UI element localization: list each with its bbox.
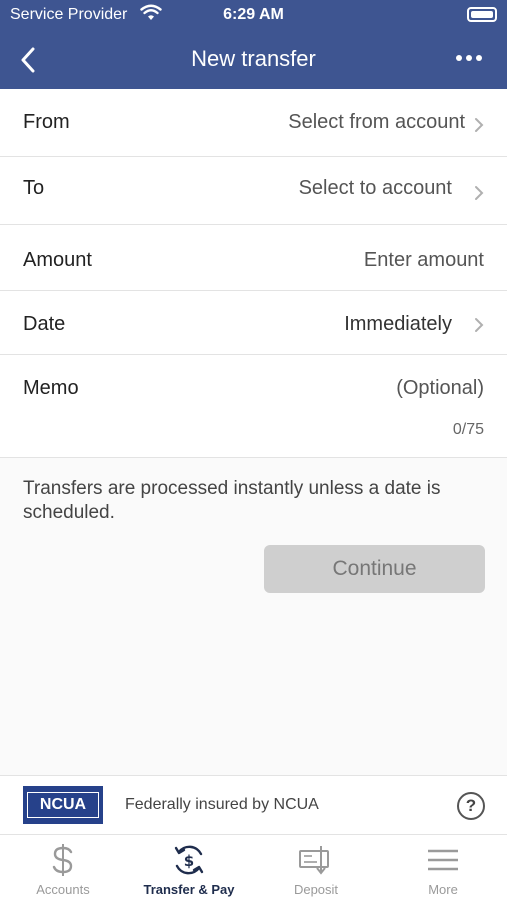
transfer-pay-icon: $	[126, 841, 252, 879]
navigation-bar: New transfer	[0, 30, 507, 89]
memo-label: Memo	[23, 377, 79, 399]
status-bar: Service Provider 6:29 AM	[0, 0, 507, 30]
tab-accounts[interactable]: Accounts	[0, 835, 126, 900]
chevron-right-icon	[475, 186, 484, 200]
tab-transfer-pay[interactable]: $ Transfer & Pay	[126, 835, 252, 900]
chevron-right-icon	[475, 118, 484, 132]
tab-more[interactable]: More	[380, 835, 506, 900]
amount-input[interactable]: Enter amount	[364, 249, 484, 272]
ncua-footer: NCUA Federally insured by NCUA ?	[0, 775, 507, 835]
amount-label: Amount	[23, 249, 92, 271]
tab-label: Deposit	[293, 882, 339, 897]
question-mark-icon: ?	[465, 796, 477, 815]
to-label: To	[23, 177, 45, 199]
memo-row[interactable]: Memo (Optional) 0/75	[0, 355, 507, 458]
help-button[interactable]: ?	[457, 792, 485, 820]
date-label: Date	[23, 313, 66, 335]
from-account-row[interactable]: From Select from account	[0, 89, 507, 157]
check-deposit-icon	[253, 841, 379, 879]
tab-deposit[interactable]: Deposit	[253, 835, 379, 900]
date-row[interactable]: Date Immediately	[0, 291, 507, 355]
ncua-disclaimer: Federally insured by NCUA	[125, 796, 319, 813]
page-title: New transfer	[191, 46, 316, 71]
memo-input[interactable]: (Optional)	[396, 377, 484, 400]
memo-character-counter: 0/75	[452, 421, 484, 438]
chevron-right-icon	[475, 318, 484, 332]
tab-bar: Accounts $ Transfer & Pay Deposit More	[0, 835, 507, 900]
battery-icon	[467, 7, 497, 22]
from-account-value: Select from account	[288, 111, 465, 133]
to-account-value: Select to account	[298, 177, 452, 199]
info-section: Transfers are processed instantly unless…	[0, 458, 507, 775]
status-time: 6:29 AM	[223, 6, 284, 23]
to-account-row[interactable]: To Select to account	[0, 157, 507, 225]
app-header: Service Provider 6:29 AM New transfer	[0, 0, 507, 89]
tab-label: Accounts	[36, 882, 90, 897]
more-dots-icon	[456, 55, 482, 61]
svg-text:$: $	[184, 852, 194, 870]
tab-label: More	[428, 882, 458, 897]
dollar-icon	[0, 841, 126, 879]
more-options-button[interactable]	[449, 43, 489, 73]
date-value: Immediately	[344, 313, 452, 335]
menu-icon	[380, 841, 506, 879]
transfer-info-text: Transfers are processed instantly unless…	[23, 478, 441, 523]
from-label: From	[23, 111, 70, 133]
ncua-logo: NCUA	[23, 786, 103, 824]
continue-button[interactable]: Continue	[264, 545, 485, 593]
amount-row[interactable]: Amount Enter amount	[0, 225, 507, 291]
tab-label: Transfer & Pay	[143, 882, 235, 897]
